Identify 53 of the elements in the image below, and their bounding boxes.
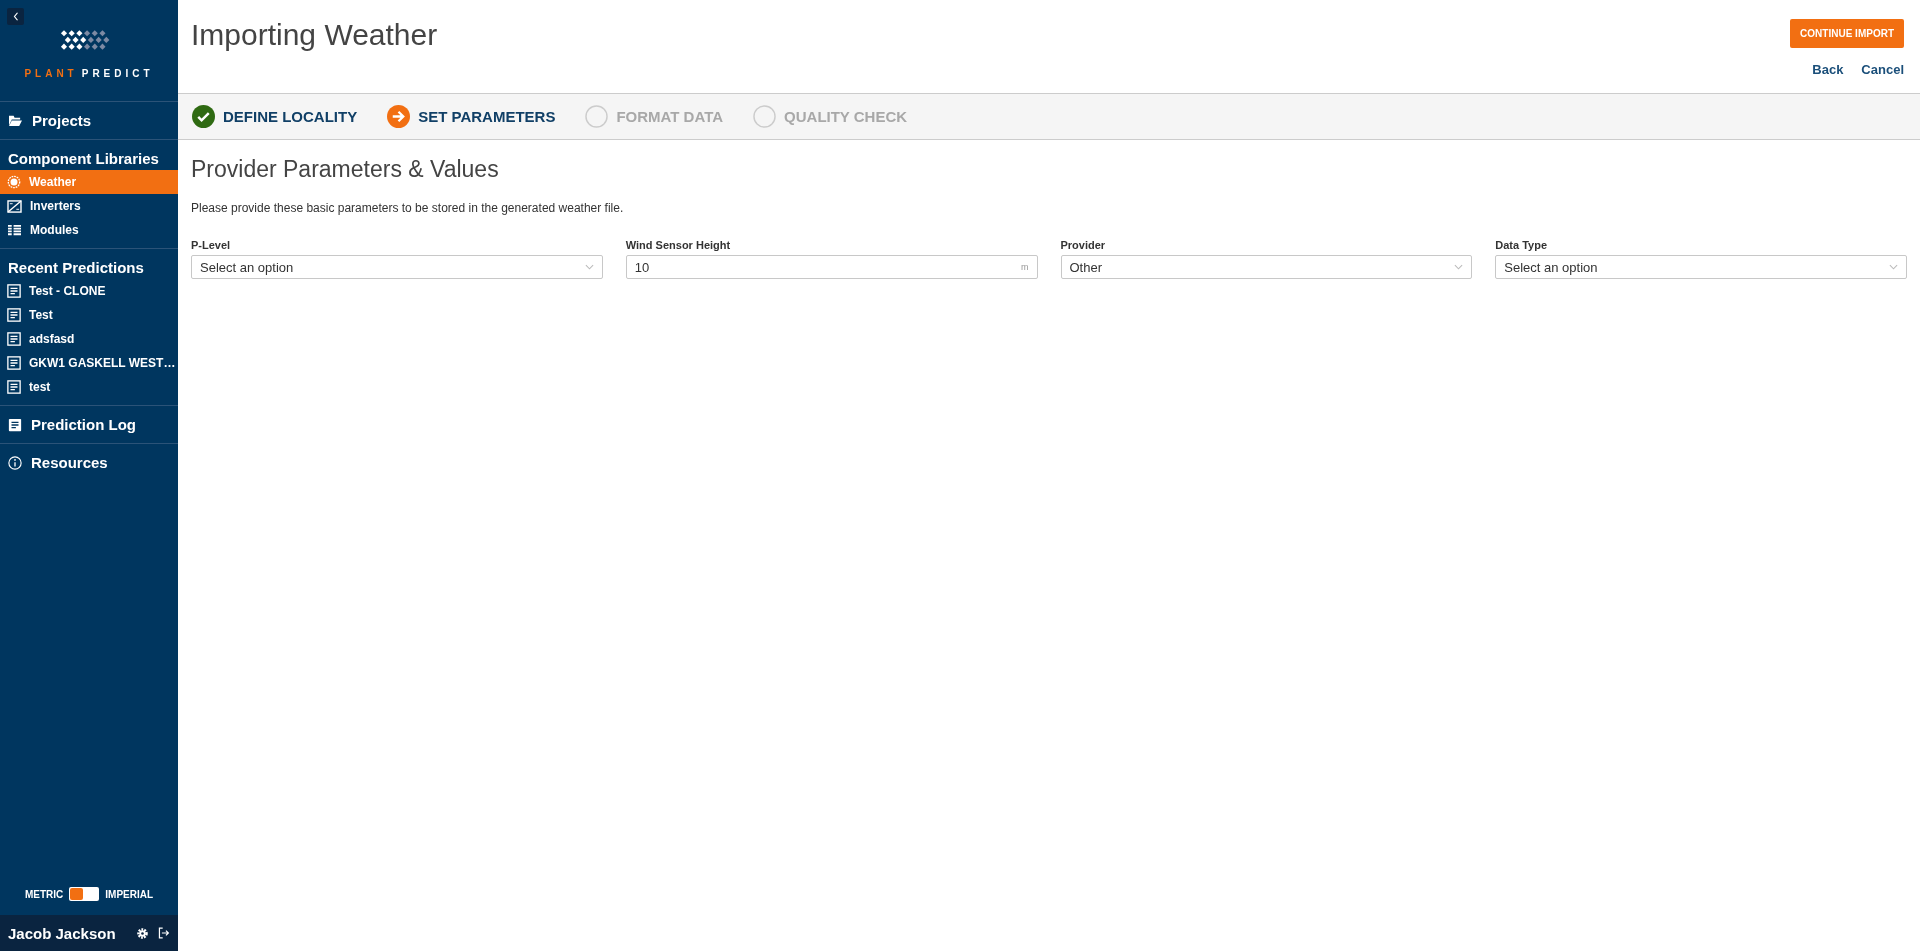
nav-item[interactable]: test (0, 375, 178, 399)
section-heading: Component Libraries (7, 149, 160, 169)
field-label: P-Level (191, 239, 231, 251)
select-field[interactable]: Other (1060, 255, 1473, 279)
document-icon (7, 308, 21, 322)
document-icon (7, 284, 21, 298)
nav-link[interactable]: Projects (0, 108, 178, 133)
nav-item[interactable]: Modules (0, 218, 178, 242)
nav-link[interactable]: Resources (0, 450, 178, 475)
chevron-down-icon (1889, 264, 1898, 270)
wizard-step[interactable]: DEFINE LOCALITY (192, 105, 358, 128)
nav-item[interactable]: Inverters (0, 194, 178, 218)
unit-switch[interactable] (69, 887, 100, 901)
document-icon (7, 332, 21, 346)
document-icon (7, 356, 21, 370)
user-name: Jacob Jackson (8, 924, 117, 942)
folder-icon (8, 114, 23, 127)
log-icon (8, 417, 22, 432)
sun-icon (7, 175, 21, 189)
nav-item[interactable]: adsfasd (0, 327, 178, 351)
settings-icon[interactable] (136, 926, 149, 940)
field-label: Wind Sensor Height (625, 239, 731, 251)
field-label: Provider (1060, 239, 1106, 251)
section-description: Please provide these basic parameters to be stored in the generated weather file. (191, 201, 625, 215)
nav-item[interactable]: Test (0, 303, 178, 327)
toggle-label: IMPERIAL (105, 888, 154, 900)
section-heading: Recent Predictions (7, 258, 145, 278)
collapse-button[interactable] (7, 8, 24, 25)
select-field[interactable]: Select an option (191, 255, 603, 279)
chevron-down-icon (584, 264, 594, 270)
nav-link[interactable]: Cancel (1861, 62, 1904, 77)
toggle-label: METRIC (24, 888, 64, 900)
nav-link[interactable]: Prediction Log (0, 412, 178, 437)
info-icon (8, 455, 22, 470)
select-field[interactable]: Select an option (1495, 255, 1907, 279)
logout-icon[interactable] (157, 926, 170, 940)
empty-circle-icon (585, 105, 609, 128)
wizard-step[interactable]: SET PARAMETERS (387, 105, 556, 128)
inverter-icon (7, 199, 22, 213)
grid-icon (7, 223, 22, 237)
document-icon (7, 380, 21, 394)
input-field[interactable]: 10 m (625, 255, 1038, 279)
nav-item[interactable]: Test - CLONE (0, 279, 178, 303)
nav-item[interactable]: GKW1 GASKELL WEST… (0, 351, 178, 375)
chevron-left-icon (12, 12, 19, 21)
section-title: Provider Parameters & Values (191, 156, 500, 183)
check-icon (192, 105, 215, 128)
chevron-down-icon (1454, 264, 1464, 270)
field-label: Data Type (1495, 239, 1547, 251)
brand-name: PLANT PREDICT (24, 68, 154, 79)
nav-link[interactable]: Back (1812, 62, 1844, 77)
empty-circle-icon (753, 105, 777, 128)
page-title: Importing Weather (191, 18, 438, 53)
